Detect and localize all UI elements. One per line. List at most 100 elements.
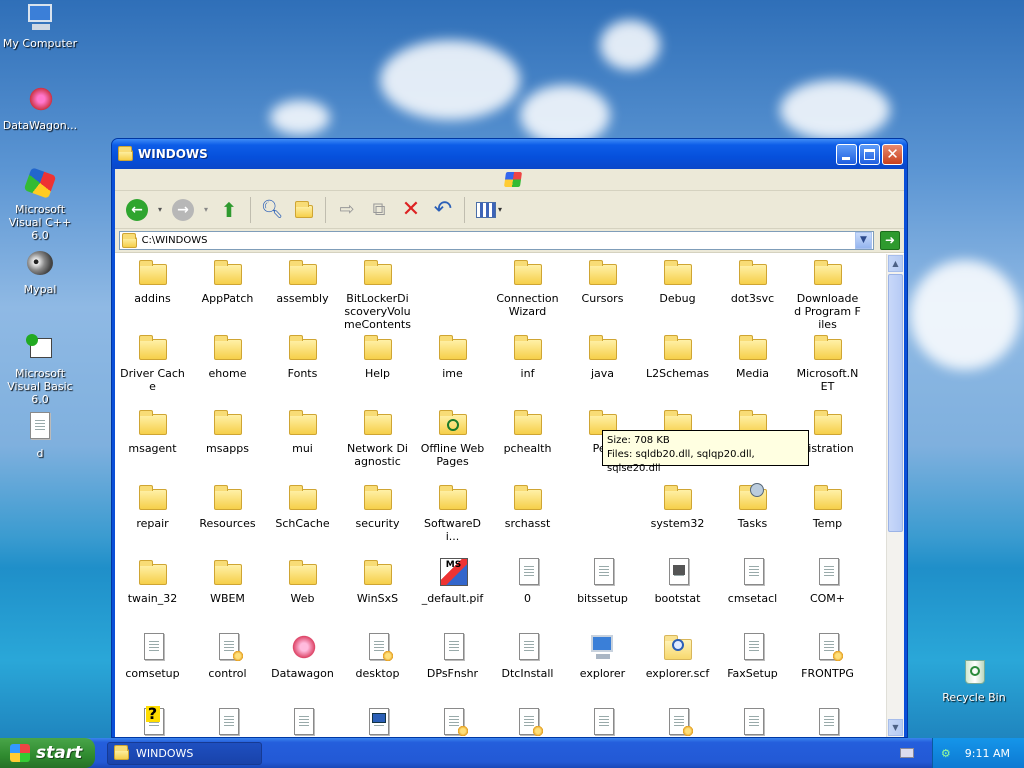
forward-dropdown-button[interactable]: ▾ [201,196,211,224]
file-item[interactable] [340,708,415,737]
file-item[interactable]: cmsetacl [715,558,790,605]
file-item[interactable] [565,483,640,517]
file-item[interactable]: Microsoft.NET [790,333,865,393]
file-item[interactable]: Temp [790,483,865,530]
file-item[interactable]: ? [115,706,190,737]
file-item[interactable]: system32 [640,483,715,530]
file-item[interactable]: Offline Web Pages [415,408,490,468]
file-item[interactable] [640,708,715,737]
file-item[interactable] [565,708,640,737]
file-item[interactable] [490,708,565,737]
file-item[interactable]: AppPatch [190,258,265,305]
file-item[interactable]: Debug [640,258,715,305]
file-item[interactable] [790,708,865,737]
file-item[interactable]: Connection Wizard [490,258,565,318]
file-item[interactable]: FRONTPG [790,633,865,680]
file-item[interactable]: addins [115,258,190,305]
undo-button[interactable]: ↶ [429,196,457,224]
file-item[interactable]: twain_32 [115,558,190,605]
vertical-scrollbar[interactable]: ▲ ▼ [886,254,904,737]
title-bar[interactable]: WINDOWS ✕ [112,139,907,169]
file-item[interactable]: Downloaded Program Files [790,258,865,331]
up-folder-button[interactable]: ⬆ [215,196,243,224]
file-item[interactable]: security [340,483,415,530]
close-button[interactable]: ✕ [882,143,903,165]
back-button[interactable]: ← [123,196,151,224]
file-item[interactable]: pchealth [490,408,565,455]
file-item[interactable]: java [565,333,640,380]
desktop-icon-d[interactable]: d [0,412,80,460]
folders-button[interactable] [290,196,318,224]
file-item[interactable]: dot3svc [715,258,790,305]
search-button[interactable]: 🔍︎ [258,196,286,224]
file-item[interactable]: assembly [265,258,340,305]
file-item[interactable]: WinSxS [340,558,415,605]
scroll-up-button[interactable]: ▲ [888,255,903,272]
file-item[interactable] [190,708,265,737]
file-item[interactable]: FaxSetup [715,633,790,680]
file-item[interactable]: Media [715,333,790,380]
back-dropdown-button[interactable]: ▾ [155,196,165,224]
views-button[interactable]: ▾ [472,196,506,224]
file-item[interactable]: DtcInstall [490,633,565,680]
taskbar-item-windows[interactable]: WINDOWS [107,741,262,765]
go-button[interactable]: ➜ [880,231,900,250]
scroll-down-button[interactable]: ▼ [888,719,903,736]
file-item[interactable]: MS _default.pif [415,558,490,605]
file-item[interactable]: bitssetup [565,558,640,605]
file-item[interactable]: Datawagon [265,633,340,680]
file-item[interactable]: 0 [490,558,565,605]
file-item[interactable]: ehome [190,333,265,380]
keyboard-icon[interactable] [900,748,914,758]
address-input[interactable] [141,235,873,246]
file-item[interactable]: explorer [565,633,640,680]
desktop-icon-recycle-bin[interactable]: Recycle Bin [934,656,1014,704]
file-item[interactable]: desktop [340,633,415,680]
copy-to-button[interactable]: ⧉ [365,196,393,224]
file-item[interactable]: repair [115,483,190,530]
maximize-button[interactable] [859,143,880,165]
file-item[interactable]: msagent [115,408,190,455]
file-item[interactable]: Fonts [265,333,340,380]
file-item[interactable]: inf [490,333,565,380]
desktop-icon-visual-basic[interactable]: Microsoft Visual Basic 6.0 [0,332,80,406]
address-dropdown-button[interactable]: ▼ [855,232,872,249]
file-item[interactable]: srchasst [490,483,565,530]
file-item[interactable]: DPsFnshr [415,633,490,680]
file-item[interactable]: Web [265,558,340,605]
file-item[interactable]: SchCache [265,483,340,530]
delete-button[interactable]: ✕ [397,196,425,224]
file-item[interactable] [715,708,790,737]
file-item[interactable]: Tasks [715,483,790,530]
file-item[interactable]: Resources [190,483,265,530]
clock[interactable]: 9:11 AM [965,747,1010,760]
file-item[interactable]: explorer.scf [640,633,715,680]
file-item[interactable]: mui [265,408,340,455]
address-field[interactable]: ▼ [119,231,874,250]
file-item[interactable]: Help [340,333,415,380]
file-item[interactable]: bootstat [640,558,715,605]
file-item[interactable]: Driver Cache [115,333,190,393]
file-item[interactable]: msapps [190,408,265,455]
desktop-icon-datawagon[interactable]: DataWagon... [0,84,80,132]
file-item[interactable]: WBEM [190,558,265,605]
minimize-button[interactable] [836,143,857,165]
desktop-icon-visual-cpp[interactable]: Microsoft Visual C++ 6.0 [0,167,80,242]
file-item[interactable]: control [190,633,265,680]
forward-button[interactable]: → [169,196,197,224]
file-item[interactable]: Network Diagnostic [340,408,415,468]
file-item[interactable] [265,708,340,737]
file-item[interactable]: COM+ [790,558,865,605]
file-item[interactable]: L2Schemas [640,333,715,380]
file-item[interactable]: SoftwareDi... [415,483,490,543]
file-item[interactable]: Cursors [565,258,640,305]
file-item[interactable]: ime [415,333,490,380]
file-item[interactable]: BitLockerDiscoveryVolumeContents [340,258,415,331]
desktop-icon-my-computer[interactable]: My Computer [0,2,80,50]
network-icon[interactable]: ⚙ [941,747,951,760]
desktop-icon-mypal[interactable]: Mypal [0,248,80,296]
start-button[interactable]: start [0,738,95,768]
file-item[interactable] [415,258,490,292]
file-item[interactable] [415,708,490,737]
scroll-thumb[interactable] [888,274,903,532]
